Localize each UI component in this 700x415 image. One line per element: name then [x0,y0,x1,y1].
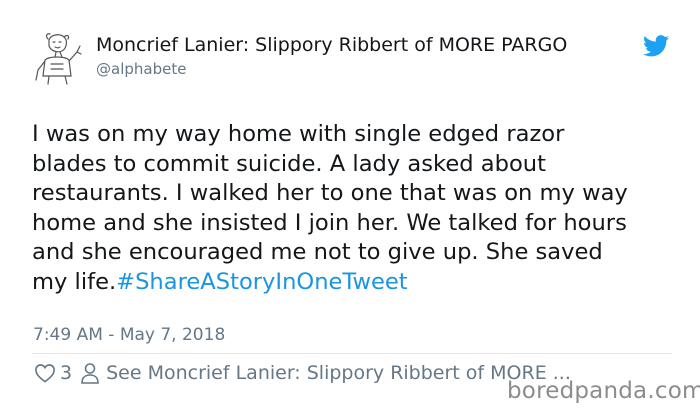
tweet-actions: 3 See Moncrief Lanier: Slippory Ribbert … [34,360,571,386]
avatar[interactable] [31,30,83,86]
tweet-card: Moncrief Lanier: Slippory Ribbert of MOR… [0,0,700,415]
watermark: boredpanda.com [507,378,700,404]
person-icon [81,363,99,384]
tweet-text: I was on my way home with single edged r… [32,120,682,298]
tweet-timestamp[interactable]: 7:49 AM - May 7, 2018 [33,324,225,346]
hashtag-link[interactable]: #ShareAStoryInOneTweet [116,269,407,295]
divider [32,353,672,354]
twitter-bird-icon [643,35,669,57]
author-handle[interactable]: @alphabete [96,60,186,78]
heart-icon[interactable] [34,363,56,383]
author-display-name[interactable]: Moncrief Lanier: Slippory Ribbert of MOR… [96,33,567,57]
see-more-link[interactable]: See Moncrief Lanier: Slippory Ribbert of… [106,362,571,384]
like-count[interactable]: 3 [60,362,72,384]
